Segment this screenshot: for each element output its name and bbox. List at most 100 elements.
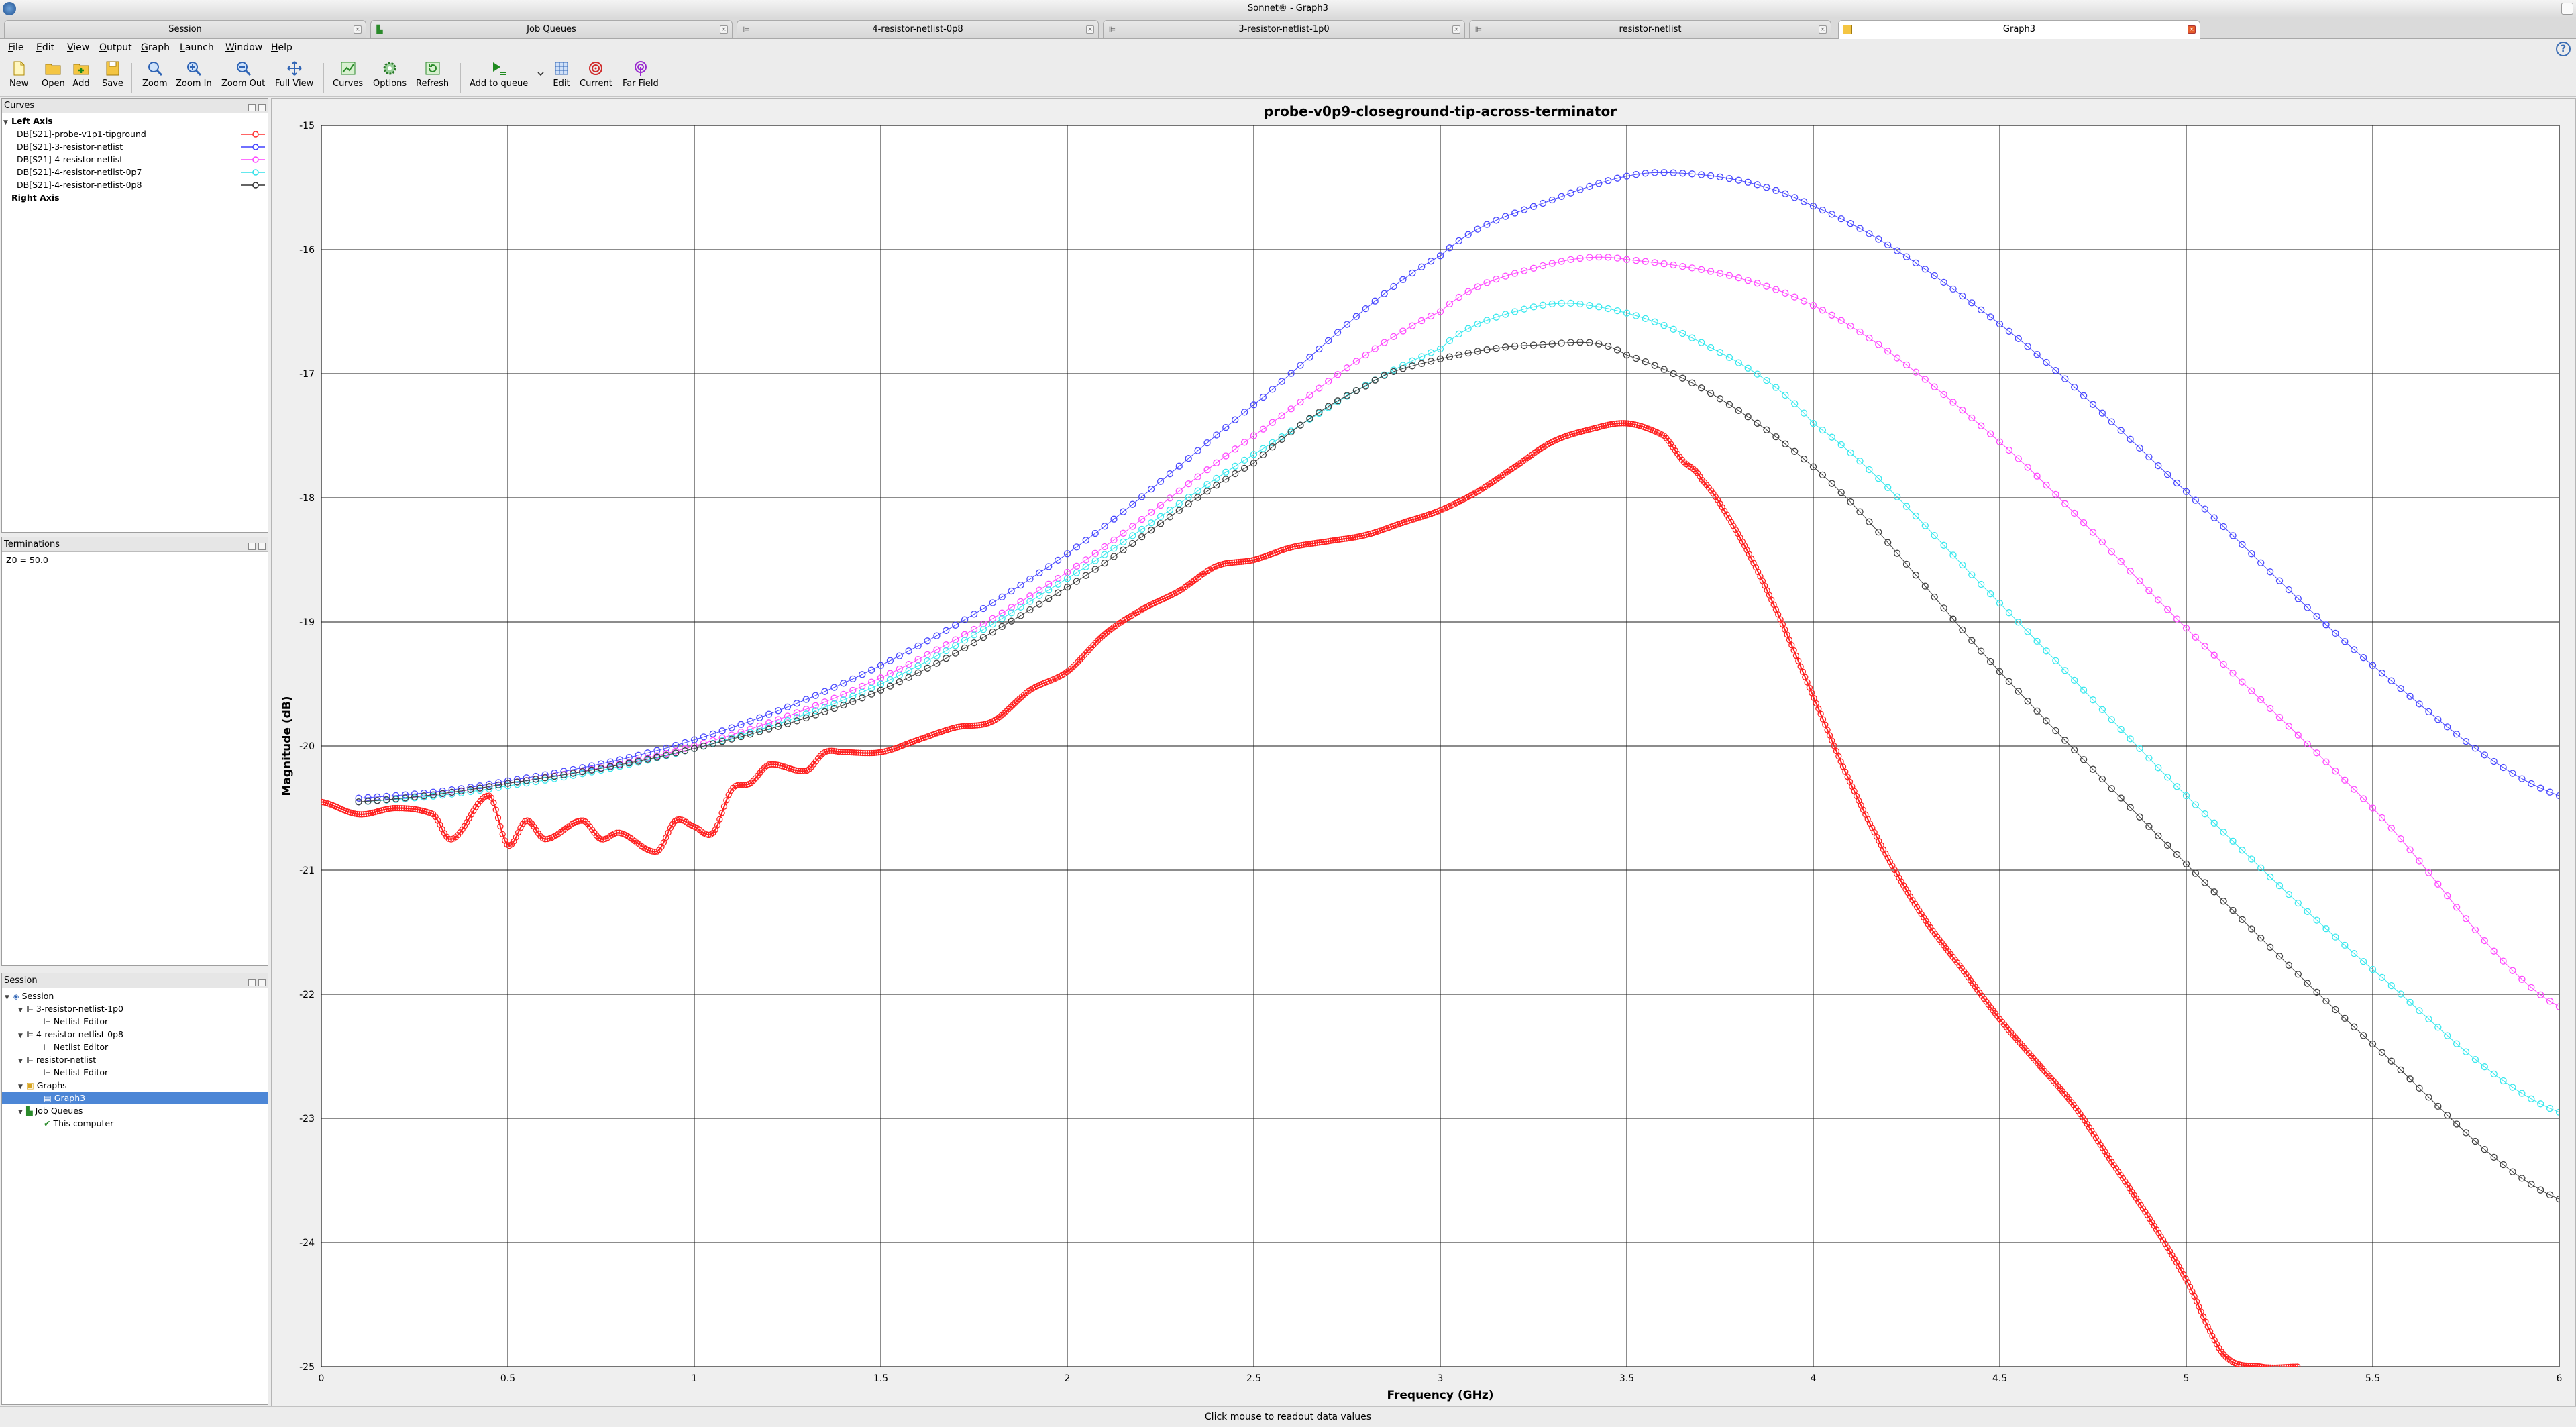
job-queue-icon: ▙ xyxy=(376,25,383,34)
x-tick-label: 5 xyxy=(2184,1373,2190,1384)
new-file-icon xyxy=(13,61,25,76)
curve-legend-item[interactable]: DB[S21]-4-resistor-netlist-0p8 xyxy=(17,178,266,191)
full-view-button[interactable]: Full View xyxy=(275,60,313,89)
edit-button[interactable]: Edit xyxy=(553,60,570,89)
edit-grid-icon xyxy=(555,62,568,75)
options-button[interactable]: Options xyxy=(373,60,407,89)
menu-help[interactable]: Help xyxy=(271,42,292,53)
expand-arrow-icon[interactable]: ▼ xyxy=(5,992,13,1004)
close-icon[interactable]: × xyxy=(1819,25,1827,34)
add-to-queue-button[interactable]: Add to queue xyxy=(470,60,528,89)
add-button[interactable]: Add xyxy=(72,60,90,89)
menu-launch[interactable]: Launch xyxy=(180,42,214,53)
zoom-button[interactable]: Zoom xyxy=(142,60,167,89)
curve-legend-item[interactable]: DB[S21]-4-resistor-netlist-0p7 xyxy=(17,166,266,178)
curve-label: DB[S21]-4-resistor-netlist xyxy=(17,154,123,164)
close-icon[interactable]: × xyxy=(354,25,362,34)
menu-mnemonic: W xyxy=(225,42,235,53)
far-field-button[interactable]: Far Field xyxy=(623,60,659,89)
tab-job-queues[interactable]: ▙ Job Queues × xyxy=(370,20,733,38)
panel-close-button[interactable] xyxy=(258,543,266,550)
session-tree: ▼ ◈ Session ▼ ⊫ 3-resistor-netlist-1p0 ⊩ N… xyxy=(2,988,268,1404)
y-tick-label: -23 xyxy=(299,1114,315,1124)
expand-arrow-icon[interactable]: ▼ xyxy=(18,1106,26,1119)
refresh-button[interactable]: Refresh xyxy=(416,60,449,89)
tree-node-project[interactable]: ▼ ⊫ resistor-netlist xyxy=(18,1053,96,1066)
menu-graph[interactable]: Graph xyxy=(141,42,170,53)
menu-file[interactable]: File xyxy=(8,42,23,53)
x-tick-label: 1 xyxy=(692,1373,698,1384)
menu-label: raph xyxy=(148,42,170,53)
tab-4-resistor-netlist-0p8[interactable]: ⊫ 4-resistor-netlist-0p8 × xyxy=(737,20,1099,38)
computer-check-icon: ✔ xyxy=(44,1118,54,1128)
zoom-in-button[interactable]: Zoom In xyxy=(176,60,212,89)
expand-arrow-icon[interactable]: ▼ xyxy=(18,1030,26,1043)
left-axis-node[interactable]: ▼ Left Axis xyxy=(3,115,53,127)
tree-node-netlist-editor[interactable]: ⊩ Netlist Editor xyxy=(44,1041,108,1053)
open-button[interactable]: Open xyxy=(42,60,65,89)
close-icon[interactable]: × xyxy=(2188,25,2196,34)
tree-node-this-computer[interactable]: ✔ This computer xyxy=(44,1117,113,1130)
y-tick-label: -24 xyxy=(299,1238,315,1249)
status-bar: Click mouse to readout data values xyxy=(0,1406,2576,1427)
expand-arrow-icon[interactable]: ▼ xyxy=(3,117,11,129)
tab-label: 4-resistor-netlist-0p8 xyxy=(872,24,963,34)
curve-swatch-icon xyxy=(241,156,265,163)
netlist-project-icon: ⊫ xyxy=(26,1004,36,1014)
refresh-icon xyxy=(425,62,440,75)
sonnet-app-icon[interactable] xyxy=(3,2,16,15)
menu-view[interactable]: View xyxy=(67,42,89,53)
save-button[interactable]: Save xyxy=(102,60,123,89)
tab-3-resistor-netlist-1p0[interactable]: ⊫ 3-resistor-netlist-1p0 × xyxy=(1103,20,1465,38)
tree-node-graphs[interactable]: ▼ ▣ Graphs xyxy=(18,1079,67,1092)
expand-arrow-icon[interactable]: ▼ xyxy=(18,1004,26,1017)
menu-mnemonic: O xyxy=(99,42,107,53)
panel-float-button[interactable] xyxy=(248,979,256,986)
close-icon[interactable]: × xyxy=(1452,25,1460,34)
curve-legend-item[interactable]: DB[S21]-3-resistor-netlist xyxy=(17,140,266,153)
tab-label: Job Queues xyxy=(527,24,576,34)
menu-output[interactable]: Output xyxy=(99,42,132,53)
tree-node-project[interactable]: ▼ ⊫ 3-resistor-netlist-1p0 xyxy=(18,1002,123,1015)
toolbar: New Open Add Save Zoom Zoom In Zoom Out … xyxy=(0,58,2576,97)
netlist-editor-icon: ⊩ xyxy=(44,1067,54,1077)
tab-resistor-netlist[interactable]: ⊫ resistor-netlist × xyxy=(1469,20,1831,38)
panel-close-button[interactable] xyxy=(258,979,266,986)
panel-float-button[interactable] xyxy=(248,543,256,550)
tab-graph3[interactable]: Graph3 × xyxy=(1838,20,2200,39)
new-button[interactable]: New xyxy=(9,60,28,89)
curve-legend-item[interactable]: DB[S21]-probe-v1p1-tipground xyxy=(17,127,266,140)
chevron-down-icon xyxy=(537,72,544,76)
add-to-queue-dropdown[interactable] xyxy=(537,70,545,80)
graph-panel[interactable]: 0 0.5 1 1.5 2 2.5 3 3.5 4 4.5 5 5.5 6 -15 -16 -17 -18 -19… xyxy=(271,98,2576,1406)
full-view-icon xyxy=(286,61,302,76)
s21-magnitude-chart[interactable]: 0 0.5 1 1.5 2 2.5 3 3.5 4 4.5 5 5.5 6 -15 -16 -17 -18 -19… xyxy=(272,99,2575,1406)
tab-bar: Session × ▙ Job Queues × ⊫ 4-resistor-netlist-… xyxy=(0,17,2576,39)
y-tick-label: -16 xyxy=(299,245,315,256)
zoom-out-button[interactable]: Zoom Out xyxy=(221,60,265,89)
menu-edit[interactable]: Edit xyxy=(36,42,54,53)
close-icon[interactable]: × xyxy=(720,25,728,34)
curve-legend-item[interactable]: DB[S21]-4-resistor-netlist xyxy=(17,153,266,166)
menu-label: elp xyxy=(278,42,292,53)
tree-node-job-queues[interactable]: ▼ ▙ Job Queues xyxy=(18,1104,83,1117)
x-tick-label: 5.5 xyxy=(2365,1373,2380,1384)
curves-button[interactable]: Curves xyxy=(333,60,363,89)
curves-icon xyxy=(341,62,356,75)
tree-node-netlist-editor[interactable]: ⊩ Netlist Editor xyxy=(44,1015,108,1028)
tab-session[interactable]: Session × xyxy=(4,20,366,38)
panel-close-button[interactable] xyxy=(258,104,266,111)
menu-window[interactable]: Window xyxy=(225,42,262,53)
current-button[interactable]: Current xyxy=(580,60,612,89)
tree-node-session[interactable]: ▼ ◈ Session xyxy=(5,990,54,1002)
close-icon[interactable]: × xyxy=(1086,25,1094,34)
panel-float-button[interactable] xyxy=(248,104,256,111)
window-control-button[interactable] xyxy=(2561,3,2573,15)
help-icon[interactable]: ? xyxy=(2556,42,2571,56)
right-axis-node[interactable]: Right Axis xyxy=(11,191,60,204)
add-folder-icon xyxy=(73,64,89,75)
tree-node-netlist-editor[interactable]: ⊩ Netlist Editor xyxy=(44,1066,108,1079)
tree-node-project[interactable]: ▼ ⊫ 4-resistor-netlist-0p8 xyxy=(18,1028,123,1041)
tree-node-graph3[interactable]: ▤ Graph3 xyxy=(2,1092,268,1104)
expand-arrow-icon[interactable]: ▼ xyxy=(18,1055,26,1068)
